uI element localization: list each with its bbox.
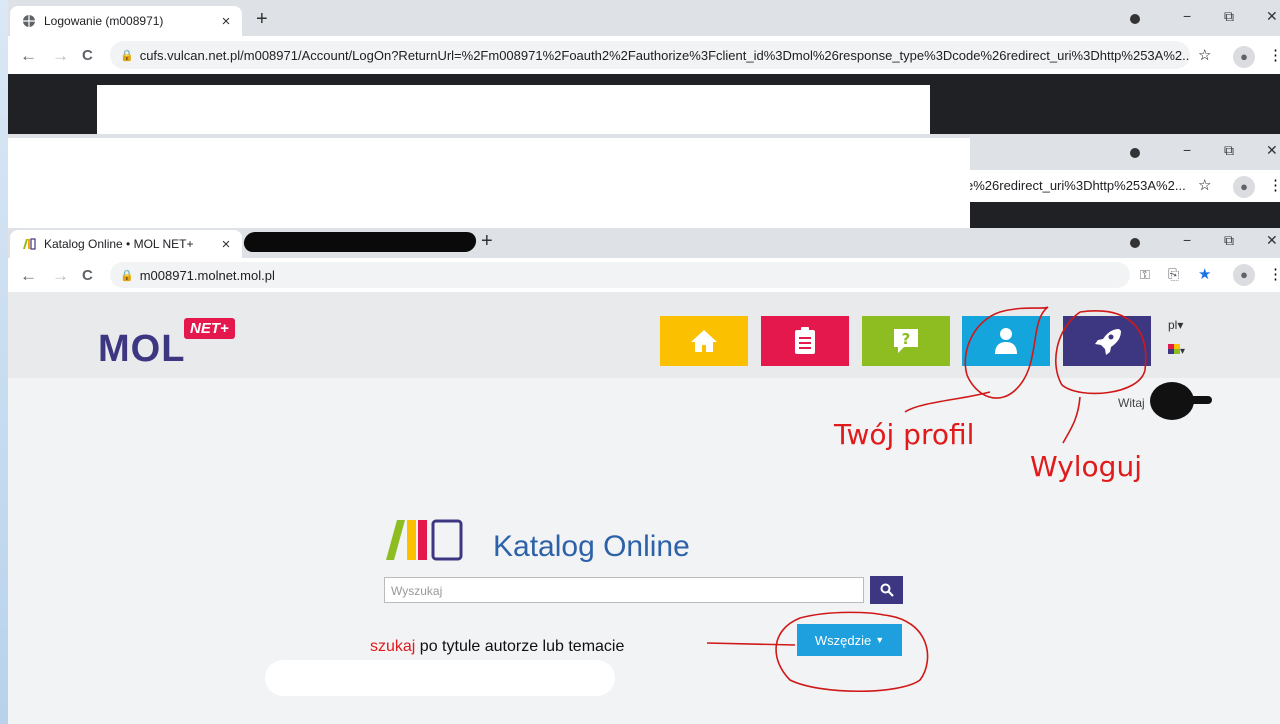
- annotation-logout-label: Wyloguj: [1030, 450, 1142, 483]
- caret-down-icon: ▼: [875, 635, 885, 645]
- search-icon: [880, 583, 894, 597]
- white-scribble: [265, 660, 615, 696]
- red-annotation-strokes: [706, 306, 1147, 693]
- search-button[interactable]: [870, 576, 903, 604]
- search-hint-rest: po tytule autorze lub temacie: [415, 638, 625, 655]
- search-hint-red: szukaj: [370, 638, 416, 655]
- catalog-title: Katalog Online: [493, 530, 690, 563]
- scope-dropdown-label: Wszędzie: [814, 632, 872, 648]
- search-hint: szukaj po tytule autorze lub temacie: [370, 638, 624, 656]
- search-input[interactable]: Wyszukaj: [384, 577, 864, 603]
- scope-dropdown-button[interactable]: Wszędzie ▼: [797, 624, 902, 656]
- catalog-logo-icon: [386, 518, 464, 567]
- search-placeholder: Wyszukaj: [391, 584, 443, 598]
- annotation-profile-label: Twój profil: [834, 418, 975, 451]
